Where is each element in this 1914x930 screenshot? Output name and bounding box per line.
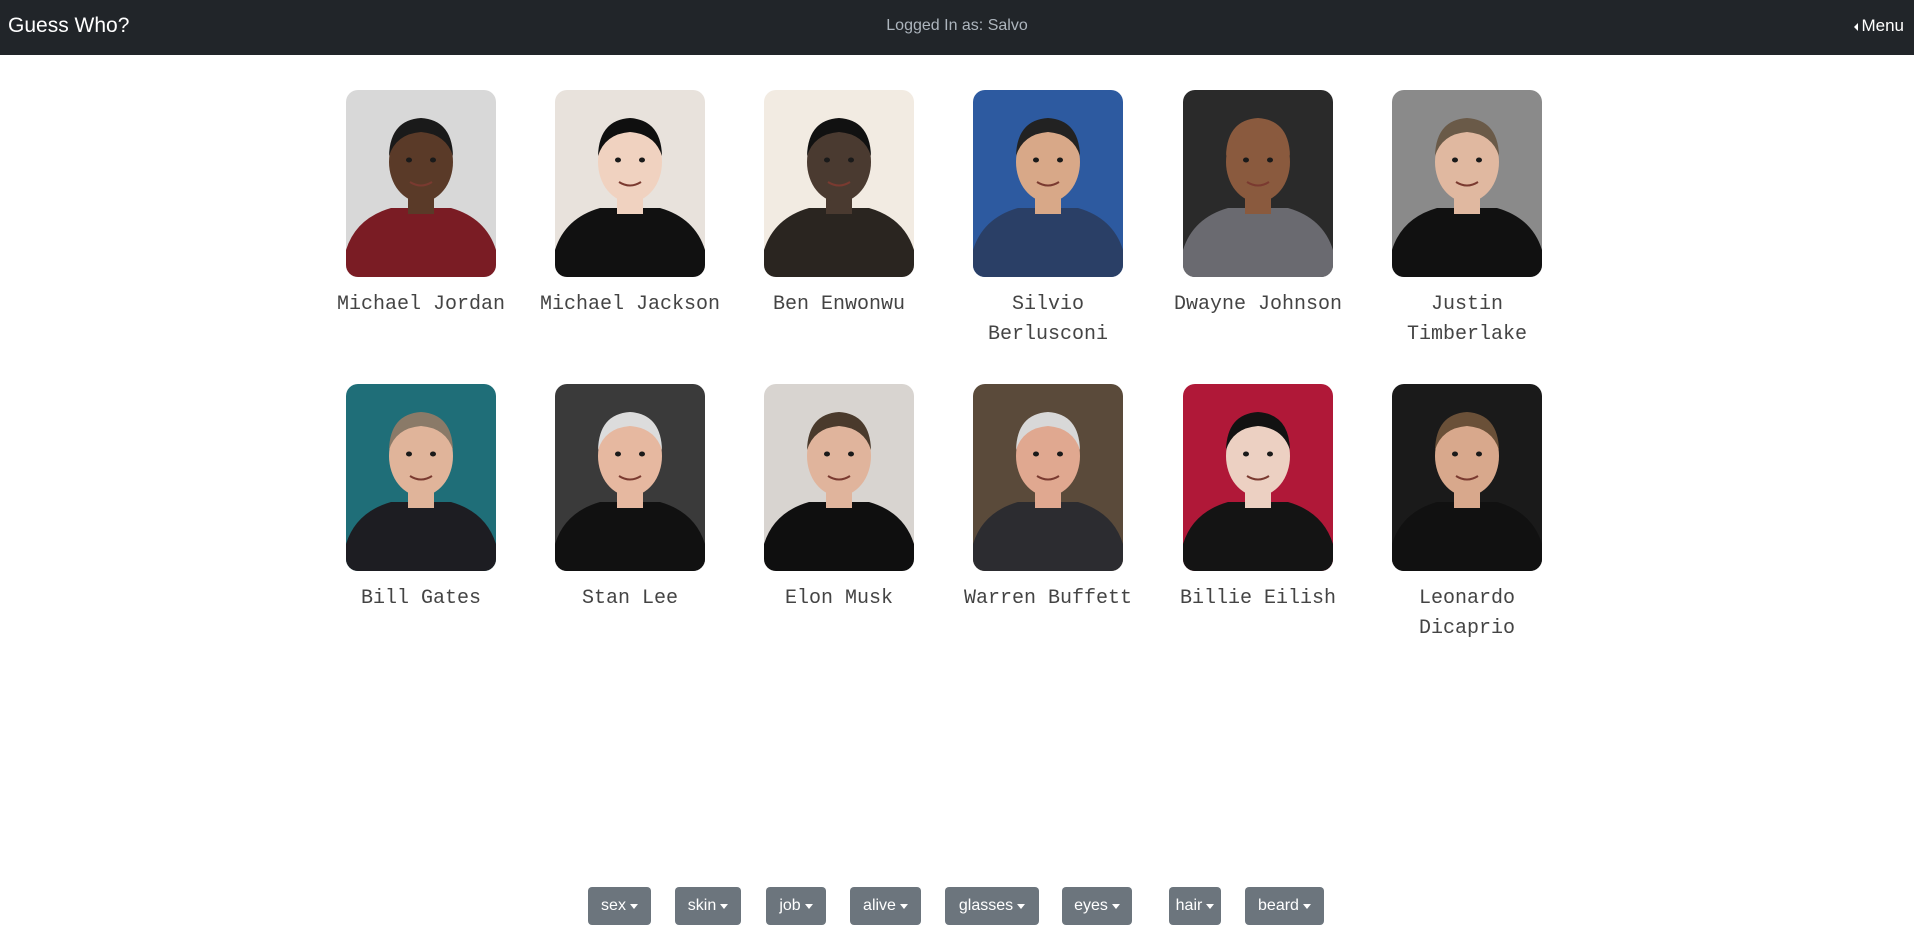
top-navbar: Guess Who? Logged In as: Salvo Menu [0,0,1914,55]
filter-dropdown-sex[interactable]: sex [588,887,651,925]
filter-dropdown-skin[interactable]: skin [675,887,741,925]
character-portrait[interactable] [1392,384,1542,571]
character-name: Bill Gates [360,587,482,610]
character-name: Leonardo [1418,587,1515,610]
filter-dropdown-beard[interactable]: beard [1245,887,1324,925]
character-name: Stan Lee [581,587,678,610]
character-portrait[interactable] [1183,384,1333,571]
character-portrait[interactable] [764,384,914,571]
filter-bar: sex skin job alive glasses eyes hair beard [0,887,1914,925]
character-name: Justin [1430,293,1503,316]
character-portrait[interactable] [1183,90,1333,277]
filter-dropdown-alive[interactable]: alive [850,887,921,925]
character-name: Elon Musk [784,587,894,610]
character-name: Berlusconi [987,323,1109,346]
filter-dropdown-eyes[interactable]: eyes [1062,887,1132,925]
character-portrait[interactable] [1392,90,1542,277]
character-name: Dwayne Johnson [1173,293,1343,316]
character-name: Ben Enwonwu [772,293,906,316]
character-name: Silvio [1011,293,1084,316]
character-portrait[interactable] [555,90,705,277]
logged-in-status: Logged In as: Salvo [886,17,1028,34]
character-name: Timberlake [1406,323,1528,346]
character-name: Billie Eilish [1179,587,1337,610]
character-portrait[interactable] [555,384,705,571]
caret-down-icon [1017,904,1026,909]
character-name: Warren Buffett [963,587,1133,610]
character-portrait[interactable] [346,384,496,571]
filter-label: hair [1175,897,1203,914]
caret-down-icon [1206,904,1215,909]
filter-label: alive [863,897,896,914]
character-portrait[interactable] [973,90,1123,277]
caret-down-icon [1111,904,1120,909]
filter-label: glasses [958,897,1014,914]
character-name: Dicaprio [1418,617,1515,640]
caret-down-icon [899,904,908,909]
caret-down-icon [1302,904,1311,909]
menu-label: Menu [1861,16,1904,35]
app-brand[interactable]: Guess Who? [8,14,129,38]
character-portrait[interactable] [973,384,1123,571]
caret-down-icon [720,904,729,909]
character-portrait[interactable] [764,90,914,277]
filter-dropdown-hair[interactable]: hair [1169,887,1221,925]
filter-dropdown-job[interactable]: job [766,887,826,925]
caret-left-icon [1854,23,1859,31]
filter-label: eyes [1074,897,1108,914]
character-name: Michael Jordan [336,293,506,316]
filter-label: job [779,897,801,914]
character-name: Michael Jackson [539,293,721,316]
character-portrait[interactable] [346,90,496,277]
filter-dropdown-glasses[interactable]: glasses [945,887,1039,925]
caret-down-icon [804,904,813,909]
filter-label: skin [687,897,717,914]
filter-label: beard [1258,897,1299,914]
menu-button[interactable]: Menu [1854,16,1904,36]
caret-down-icon [629,904,638,909]
filter-label: sex [601,897,626,914]
